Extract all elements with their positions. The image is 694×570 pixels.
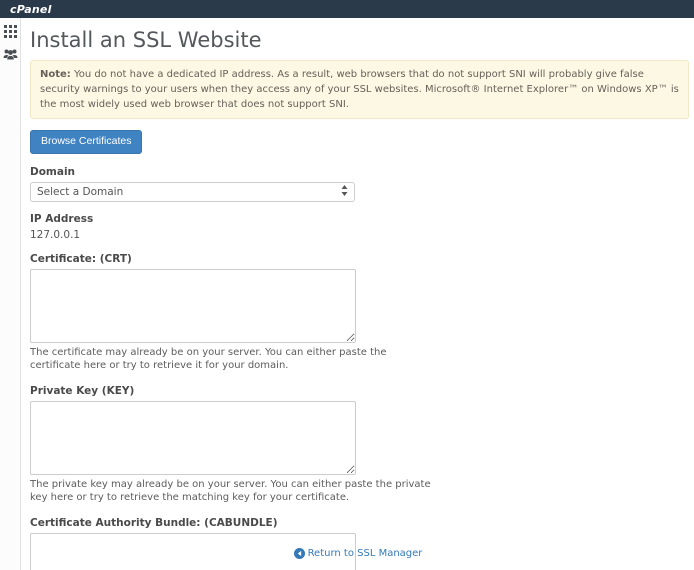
return-to-ssl-manager-link[interactable]: Return to SSL Manager (294, 548, 423, 559)
certificate-label: Certificate: (CRT) (30, 253, 689, 265)
notice-label: Note: (40, 69, 71, 80)
app-header: cPanel (0, 0, 694, 18)
main-content: Install an SSL Website Note: You do not … (22, 18, 694, 570)
sni-warning-notice: Note: You do not have a dedicated IP add… (30, 60, 689, 119)
ca-bundle-label: Certificate Authority Bundle: (CABUNDLE) (30, 517, 689, 529)
user-manager-icon[interactable] (3, 47, 18, 62)
cpanel-ssl-install-page: cPanel (0, 0, 694, 570)
sidebar (0, 18, 21, 570)
apps-grid-icon[interactable] (3, 24, 18, 39)
return-link-label: Return to SSL Manager (308, 548, 423, 559)
domain-select-value: Select a Domain (37, 186, 123, 198)
footer: Return to SSL Manager (22, 544, 694, 563)
certificate-textarea[interactable] (30, 269, 356, 343)
private-key-help-text: The private key may already be on your s… (30, 478, 438, 505)
back-circle-icon (294, 548, 305, 559)
select-stepper-icon (341, 185, 348, 199)
page-title: Install an SSL Website (30, 28, 689, 52)
private-key-label: Private Key (KEY) (30, 385, 689, 397)
domain-select[interactable]: Select a Domain (30, 182, 355, 202)
browse-certificates-button[interactable]: Browse Certificates (30, 130, 142, 154)
domain-label: Domain (30, 166, 689, 178)
cpanel-logo: cPanel (10, 3, 52, 16)
ip-address-value: 127.0.0.1 (30, 229, 689, 241)
notice-text: You do not have a dedicated IP address. … (40, 69, 679, 110)
private-key-textarea[interactable] (30, 401, 356, 475)
ip-address-label: IP Address (30, 213, 689, 225)
certificate-help-text: The certificate may already be on your s… (30, 346, 438, 373)
